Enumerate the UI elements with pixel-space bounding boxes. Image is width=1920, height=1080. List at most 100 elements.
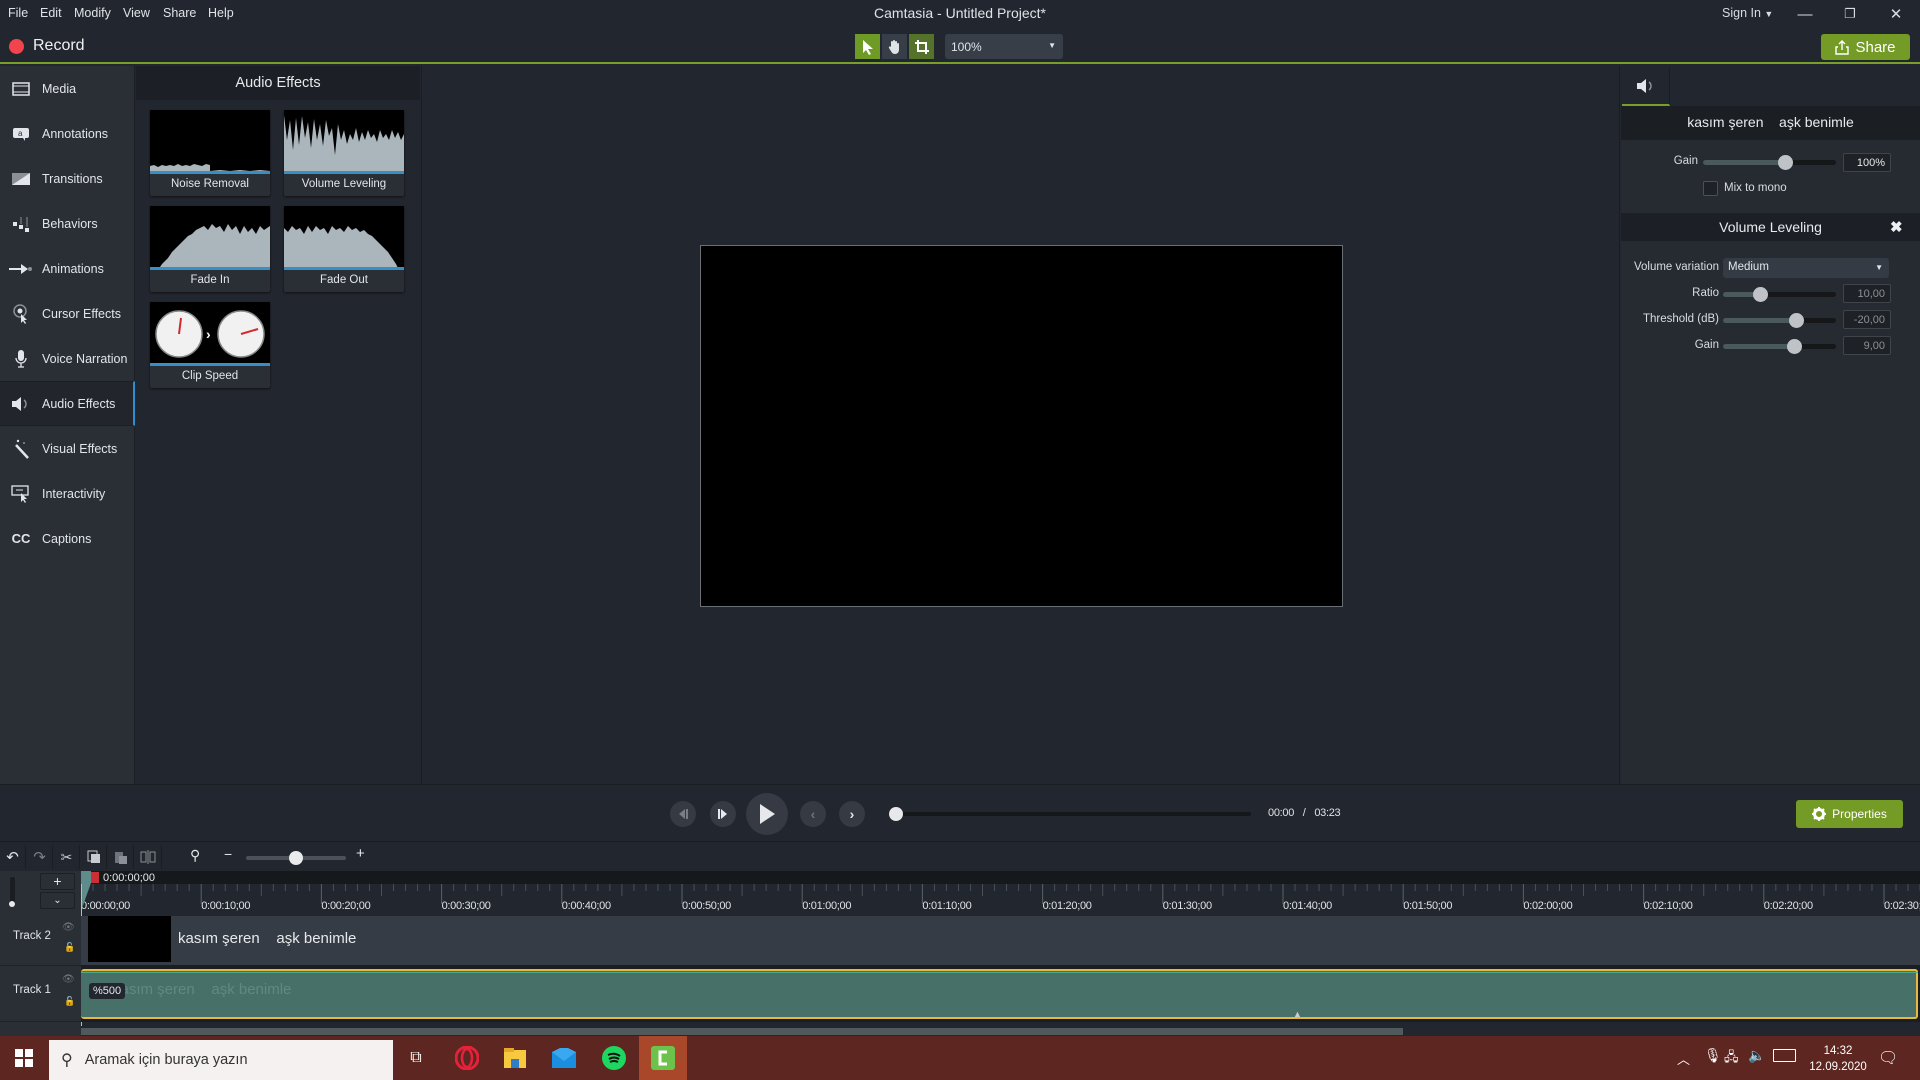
track-2[interactable] [81, 916, 1920, 966]
ruler-label: 0:01:10;00 [922, 900, 972, 912]
close-button[interactable]: ✕ [1876, 2, 1916, 26]
task-view-button[interactable]: ⧉ [392, 1036, 440, 1080]
restore-button[interactable]: ❐ [1830, 2, 1870, 26]
opera-button[interactable] [443, 1036, 491, 1080]
pan-tool-button[interactable] [882, 34, 907, 59]
sidebar-item-media[interactable]: Media [0, 66, 135, 111]
previous-marker-button[interactable]: ‹ [800, 801, 826, 827]
effect-volume-leveling[interactable]: Volume Leveling [284, 110, 404, 196]
spotify-button[interactable] [590, 1036, 638, 1080]
record-icon[interactable] [9, 39, 24, 54]
hand-icon [888, 39, 899, 54]
track-label: Track 1 [13, 984, 51, 996]
remove-effect-button[interactable]: ✖ [1890, 218, 1903, 236]
undo-button[interactable]: ↶ [0, 845, 26, 869]
track-1-clip-title: kasım şeren aşk benimle [113, 981, 292, 998]
timeline-zoom-knob[interactable] [289, 851, 303, 865]
playback-scrubber[interactable] [893, 812, 1251, 816]
select-tool-button[interactable] [855, 34, 880, 59]
timeline-scrollbar-thumb[interactable] [81, 1028, 1403, 1035]
volume-icon[interactable]: 🔈 [1748, 1047, 1765, 1064]
volume-leveling-title: Volume Leveling [1621, 213, 1920, 241]
effect-fade-in[interactable]: Fade In [150, 206, 270, 292]
sign-in-button[interactable]: Sign In ▼ [1722, 6, 1773, 20]
threshold-slider[interactable] [1723, 313, 1836, 328]
effect-noise-removal[interactable]: Noise Removal [150, 110, 270, 196]
zoom-in-button[interactable]: + [356, 845, 365, 862]
effect-fade-out[interactable]: Fade Out [284, 206, 404, 292]
playhead-marker[interactable] [91, 872, 99, 883]
cut-button[interactable]: ✂ [54, 845, 80, 869]
sidebar-item-cursor-effects[interactable]: Cursor Effects [0, 291, 135, 336]
minimize-button[interactable]: — [1785, 2, 1825, 26]
sidebar-item-transitions[interactable]: Transitions [0, 156, 135, 201]
paste-button[interactable] [108, 845, 134, 869]
vl-gain-slider[interactable] [1723, 339, 1836, 354]
ruler-playhead-strip[interactable] [81, 871, 1920, 884]
play-button[interactable] [746, 793, 788, 835]
track-options-button[interactable]: ⌄ [40, 892, 75, 909]
step-forward-button[interactable] [710, 801, 736, 827]
vl-gain-value-field[interactable]: 9,00 [1843, 336, 1891, 355]
properties-button[interactable]: Properties [1796, 800, 1903, 828]
track-2-clip-title[interactable]: kasım şeren aşk benimle [178, 930, 356, 947]
track-1-header[interactable]: Track 1 👁 🔓 [0, 966, 81, 1022]
sidebar-item-interactivity[interactable]: Interactivity [0, 471, 135, 516]
volume-variation-value: Medium [1728, 261, 1769, 273]
sidebar-item-behaviors[interactable]: Behaviors [0, 201, 135, 246]
timeline-zoom-icon[interactable]: ⚲ [190, 847, 200, 864]
zoom-dropdown[interactable]: 100% ▼ [945, 34, 1063, 59]
threshold-value-field[interactable]: -20,00 [1843, 310, 1891, 329]
gain-slider[interactable] [1703, 155, 1836, 170]
mail-button[interactable] [540, 1036, 588, 1080]
preview-canvas[interactable] [700, 245, 1343, 607]
track-height-knob[interactable] [9, 901, 15, 907]
clip-expand-handle[interactable]: ▲ [1293, 1009, 1302, 1019]
step-back-icon [679, 809, 688, 819]
microphone-tray-icon[interactable]: 🎙 [1704, 1047, 1722, 1064]
speaker-icon [1636, 78, 1652, 93]
track-2-header[interactable]: Track 2 👁 🔓 [0, 916, 81, 966]
network-icon[interactable]: 🖧 [1724, 1048, 1739, 1070]
show-hidden-icons-button[interactable]: ︿ [1677, 1049, 1690, 1068]
redo-button[interactable]: ↷ [27, 845, 53, 869]
add-track-button[interactable]: + [40, 873, 75, 890]
sidebar-item-captions[interactable]: CC Captions [0, 516, 135, 561]
effect-clip-speed[interactable]: › Clip Speed [150, 302, 270, 388]
taskbar-search[interactable]: ⚲ Aramak için buraya yazın [49, 1040, 393, 1080]
scrubber-knob[interactable] [889, 807, 903, 821]
mix-to-mono-checkbox[interactable] [1703, 181, 1718, 196]
file-explorer-icon [504, 1048, 526, 1068]
file-explorer-button[interactable] [491, 1036, 539, 1080]
clock[interactable]: 14:32 12.09.2020 [1808, 1043, 1868, 1075]
action-center-button[interactable]: 🗨 [1878, 1048, 1898, 1068]
sidebar-item-annotations[interactable]: a Annotations [0, 111, 135, 156]
record-button[interactable]: Record [33, 37, 85, 55]
vl-gain-slider-fill [1723, 344, 1795, 349]
ratio-slider[interactable] [1723, 287, 1836, 302]
clip-thumbnail[interactable] [88, 916, 171, 962]
share-button[interactable]: Share [1821, 34, 1910, 60]
camtasia-button[interactable] [639, 1036, 687, 1080]
start-button[interactable] [0, 1036, 48, 1080]
keyboard-icon[interactable] [1773, 1049, 1796, 1062]
zoom-out-button[interactable]: − [224, 846, 232, 862]
audio-volume-line[interactable] [81, 972, 1918, 973]
sidebar-item-visual-effects[interactable]: Visual Effects [0, 426, 135, 471]
next-marker-button[interactable]: › [839, 801, 865, 827]
crop-tool-button[interactable] [909, 34, 934, 59]
sidebar-item-animations[interactable]: Animations [0, 246, 135, 291]
split-button[interactable] [135, 845, 162, 869]
sidebar-item-audio-effects[interactable]: Audio Effects [0, 381, 135, 426]
volume-variation-dropdown[interactable]: Medium ▼ [1723, 258, 1889, 278]
ratio-value-field[interactable]: 10,00 [1843, 284, 1891, 303]
caret-down-icon: ▼ [1764, 9, 1774, 19]
step-back-button[interactable] [670, 801, 696, 827]
step-forward-icon [718, 809, 727, 819]
audio-properties-tab[interactable] [1622, 67, 1670, 106]
gain-value-field[interactable]: 100% [1843, 153, 1891, 172]
audio-clip[interactable] [81, 969, 1918, 1019]
copy-button[interactable] [81, 845, 107, 869]
ruler-label: 0:01:30;00 [1162, 900, 1212, 912]
sidebar-item-voice-narration[interactable]: Voice Narration [0, 336, 135, 381]
